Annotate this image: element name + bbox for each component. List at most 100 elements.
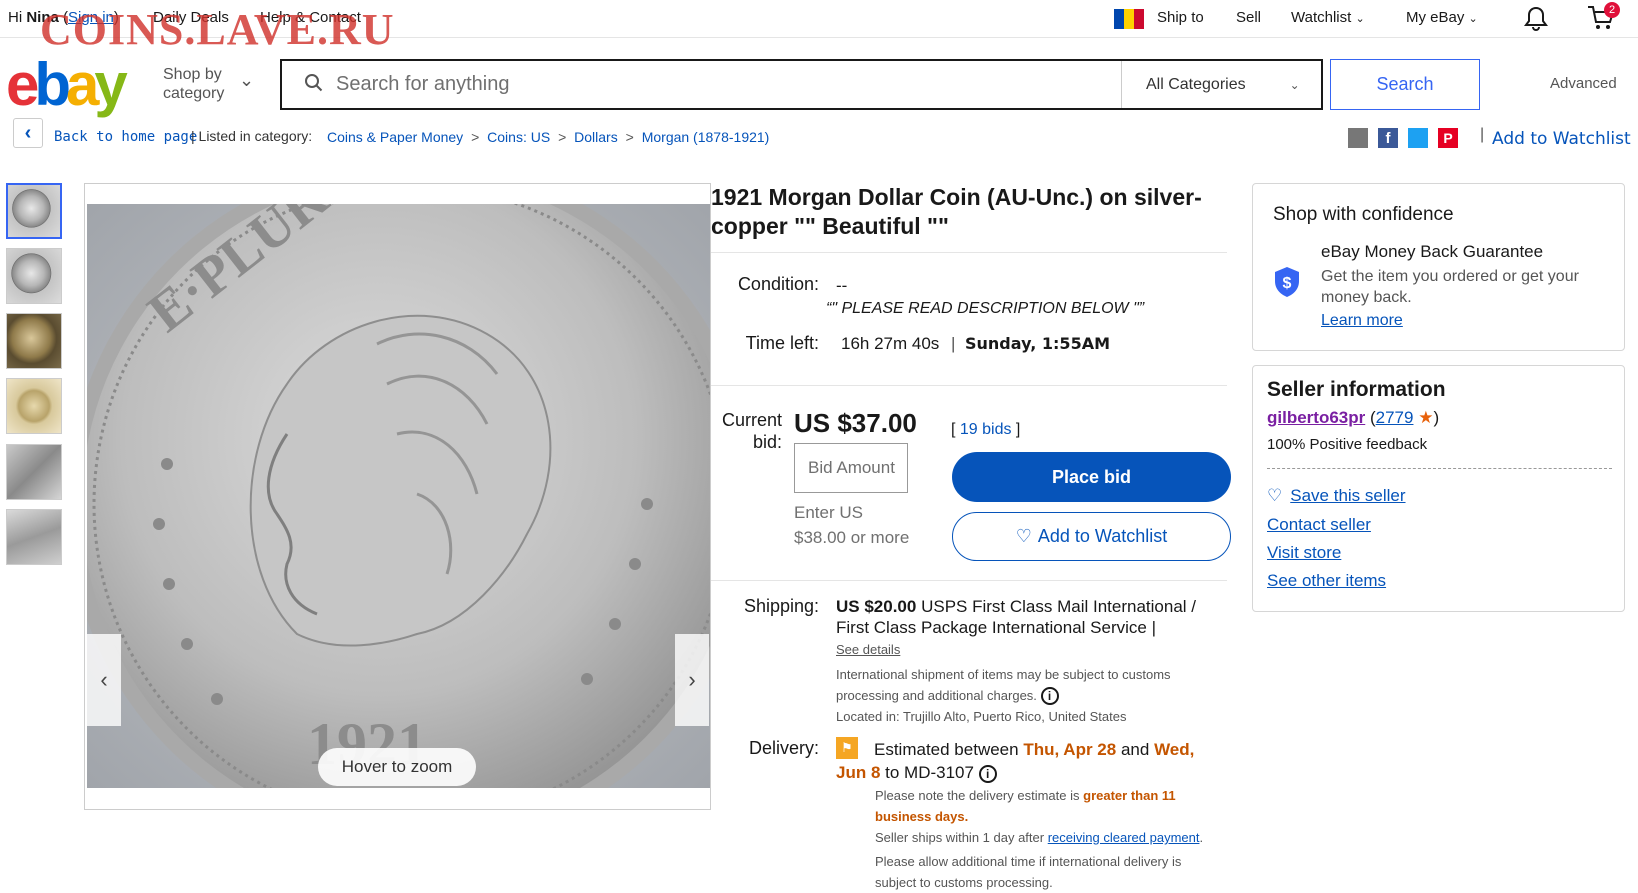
search-icon: [304, 73, 324, 98]
next-image-arrow-icon[interactable]: ›: [675, 634, 709, 726]
add-to-watchlist-link[interactable]: Add to Watchlist: [1492, 129, 1631, 149]
seller-information-panel: Seller information gilberto63pr (2779 ★)…: [1252, 365, 1625, 612]
save-seller-link[interactable]: ♡ Save this seller: [1267, 486, 1406, 506]
coin-thumbnail-image: [8, 185, 60, 237]
advanced-search-link[interactable]: Advanced: [1550, 75, 1617, 92]
back-arrow-icon[interactable]: ‹: [13, 118, 43, 148]
notifications-bell-icon[interactable]: [1524, 6, 1548, 36]
thumbnail-1[interactable]: [6, 183, 62, 239]
cleared-payment-link[interactable]: receiving cleared payment: [1048, 830, 1200, 845]
main-image-container[interactable]: E·PLURIBUS·UNUM 1921 ‹ ›: [84, 183, 711, 810]
divider: [1267, 468, 1612, 469]
info-icon[interactable]: i: [1040, 687, 1059, 705]
cart-icon[interactable]: 2: [1586, 2, 1621, 36]
coin-thumbnail-image: [7, 249, 61, 303]
listed-in-label: | Listed in category:: [191, 128, 313, 144]
auction-end-time: Sunday, 1:55AM: [965, 334, 1110, 353]
seller-name-row: gilberto63pr (2779 ★): [1267, 408, 1440, 427]
shop-by-label: Shop by: [163, 66, 222, 83]
learn-more-link[interactable]: Learn more: [1321, 312, 1403, 330]
coin-thumbnail-image: [7, 510, 61, 564]
delivery-note: Please note the delivery estimate is gre…: [875, 785, 1205, 827]
confidence-heading: Shop with confidence: [1273, 204, 1454, 225]
svg-text:$: $: [1283, 275, 1292, 292]
pinterest-icon[interactable]: P: [1438, 128, 1458, 148]
thumbnail-2[interactable]: [6, 248, 62, 304]
back-to-home-link[interactable]: Back to home page: [54, 129, 197, 145]
top-nav-bar: Hi Nina (Sign in) Daily Deals Help & Con…: [0, 0, 1638, 38]
logo-letter: y: [94, 51, 127, 118]
see-details-link[interactable]: See details: [836, 642, 900, 657]
min-bid-hint-line: $38.00 or more: [794, 528, 910, 547]
help-contact-link[interactable]: Help & Contact: [260, 9, 361, 26]
breadcrumb: Coins & Paper Money > Coins: US > Dollar…: [327, 129, 770, 145]
min-bid-hint: Enter US $38.00 or more: [794, 500, 909, 550]
condition-note-text: " PLEASE READ DESCRIPTION BELOW ": [831, 300, 1139, 317]
seller-name-link[interactable]: gilberto63pr: [1267, 408, 1365, 427]
sign-in-link[interactable]: Sign in: [68, 9, 114, 26]
guarantee-text: Get the item you ordered or get your mon…: [1321, 268, 1579, 306]
bid-amount-input[interactable]: Bid Amount: [794, 443, 908, 493]
breadcrumb-item[interactable]: Morgan (1878-1921): [642, 129, 770, 145]
email-icon[interactable]: [1348, 128, 1368, 148]
greeting-hi: Hi: [8, 9, 23, 26]
add-to-watchlist-label: Add to Watchlist: [1037, 526, 1168, 546]
shop-by-category-button[interactable]: Shop by category ⌄: [163, 65, 254, 103]
see-other-items-link[interactable]: See other items: [1267, 571, 1386, 591]
facebook-icon[interactable]: f: [1378, 128, 1398, 148]
coin-thumbnail-image: [7, 445, 61, 499]
delivery-and: and: [1120, 740, 1150, 759]
search-button[interactable]: Search: [1330, 59, 1480, 110]
current-bid-label-line: Current: [721, 410, 782, 430]
previous-image-arrow-icon[interactable]: ‹: [87, 634, 121, 726]
my-ebay-label: My eBay: [1406, 9, 1465, 26]
shop-with-confidence-panel: Shop with confidence $ eBay Money Back G…: [1252, 183, 1625, 351]
thumbnail-4[interactable]: [6, 378, 62, 434]
breadcrumb-item[interactable]: Dollars: [574, 129, 618, 145]
place-bid-button[interactable]: Place bid: [952, 452, 1231, 502]
guarantee-title: eBay Money Back Guarantee: [1321, 242, 1544, 261]
ship-to-link[interactable]: Ship to: [1157, 9, 1204, 26]
contact-seller-link[interactable]: Contact seller: [1267, 515, 1371, 535]
twitter-icon[interactable]: [1408, 128, 1428, 148]
divider: [711, 252, 1227, 253]
chevron-down-icon: ⌄: [1468, 13, 1478, 25]
category-select-value: All Categories: [1146, 75, 1246, 93]
logo-letter: e: [6, 51, 39, 118]
thumbnail-3[interactable]: [6, 313, 62, 369]
watchlist-menu[interactable]: Watchlist ⌄: [1291, 9, 1365, 26]
search-input[interactable]: Search for anything: [336, 73, 1121, 96]
thumbnail-5[interactable]: [6, 444, 62, 500]
breadcrumb-item[interactable]: Coins: US: [487, 129, 550, 145]
positive-feedback: 100% Positive feedback: [1267, 436, 1428, 453]
delivery-note-text: Please note the delivery estimate is: [875, 788, 1080, 803]
condition-label: Condition:: [737, 274, 819, 294]
ships-within: Seller ships within 1 day after receivin…: [875, 830, 1204, 845]
visit-store-link[interactable]: Visit store: [1267, 543, 1341, 563]
bids-link[interactable]: 19 bids: [960, 421, 1012, 438]
my-ebay-menu[interactable]: My eBay ⌄: [1406, 9, 1478, 26]
time-left-label: Time left:: [745, 333, 819, 353]
save-seller-label: Save this seller: [1290, 486, 1406, 505]
logo-letter: b: [34, 51, 71, 118]
category-select[interactable]: All Categories ⌄: [1121, 61, 1321, 108]
condition-note: “" PLEASE READ DESCRIPTION BELOW "”: [826, 300, 1145, 317]
breadcrumb-item[interactable]: Coins & Paper Money: [327, 129, 463, 145]
delivery-estimate: Estimated between Thu, Apr 28 and Wed, J…: [836, 738, 1216, 784]
divider: |: [951, 334, 956, 353]
allow-time-note: Please allow additional time if internat…: [875, 854, 1182, 890]
feedback-score-link[interactable]: 2779: [1376, 408, 1414, 427]
cart-count-badge: 2: [1604, 2, 1621, 18]
seller-heading: Seller information: [1267, 378, 1446, 401]
condition-value: --: [836, 276, 848, 295]
shipping-label: Shipping:: [743, 596, 819, 616]
add-to-watchlist-button[interactable]: ♡ Add to Watchlist: [952, 512, 1231, 561]
info-icon[interactable]: i: [978, 765, 997, 783]
ebay-logo[interactable]: ebay: [6, 51, 128, 118]
coin-photo[interactable]: E·PLURIBUS·UNUM 1921: [87, 204, 710, 788]
coin-thumbnail-image: [7, 379, 61, 433]
thumbnail-6[interactable]: [6, 509, 62, 565]
sell-link[interactable]: Sell: [1236, 9, 1261, 26]
daily-deals-link[interactable]: Daily Deals: [153, 9, 229, 26]
delivery-label: Delivery:: [748, 738, 819, 758]
